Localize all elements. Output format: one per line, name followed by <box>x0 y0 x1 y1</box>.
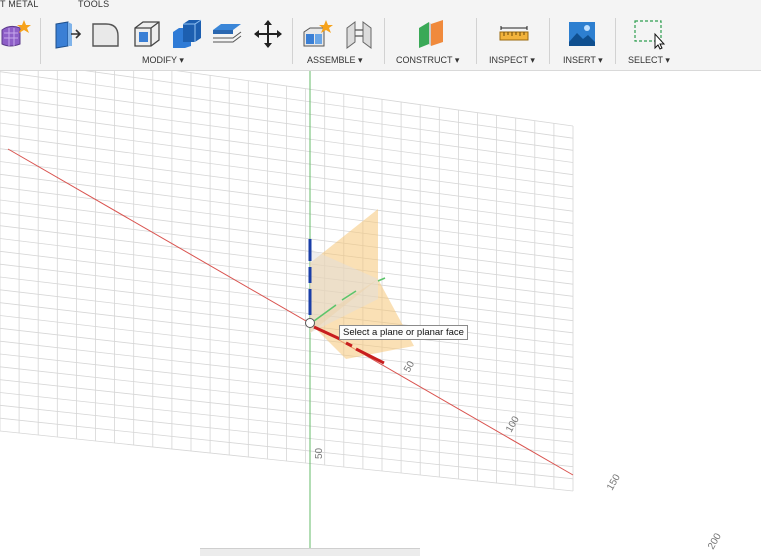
inspect-menu[interactable]: INSPECT ▾ <box>489 55 535 66</box>
construct-plane-icon <box>419 20 443 48</box>
shell-icon <box>134 21 160 47</box>
model-viewport[interactable]: 50 100 150 200 50 <box>0 71 761 555</box>
construct-plane-button[interactable] <box>415 18 447 50</box>
insert-image-icon <box>569 22 595 46</box>
fillet-icon <box>92 23 119 47</box>
toolbar: T METAL TOOLS MODIFY ▾ ASSEMBLE ▾ CONSTR… <box>0 0 761 71</box>
insert-image-button[interactable] <box>566 18 598 50</box>
fillet-button[interactable] <box>90 18 122 50</box>
tab-sheet-metal[interactable]: T METAL <box>0 0 39 9</box>
offset-face-button[interactable] <box>211 18 243 50</box>
x-axis-line <box>7 148 574 476</box>
tick-label: 200 <box>706 531 724 551</box>
move-button[interactable] <box>252 18 284 50</box>
select-button[interactable] <box>633 18 665 50</box>
move-icon <box>254 20 282 48</box>
tick-label: 50 <box>402 359 417 375</box>
combine-button[interactable] <box>171 18 203 50</box>
selection-tooltip: Select a plane or planar face <box>339 325 468 340</box>
insert-menu[interactable]: INSERT ▾ <box>563 55 603 66</box>
modify-menu[interactable]: MODIFY ▾ <box>142 55 184 66</box>
tick-label: 100 <box>504 414 522 434</box>
tick-label: 50 <box>314 447 325 459</box>
origin-point[interactable] <box>305 318 315 328</box>
measure-icon <box>499 26 529 41</box>
new-component-button[interactable] <box>302 18 334 50</box>
assemble-menu[interactable]: ASSEMBLE ▾ <box>307 55 363 66</box>
new-component-icon <box>303 20 333 47</box>
create-form-button[interactable] <box>0 18 32 50</box>
offset-face-icon <box>213 24 242 43</box>
joint-icon <box>346 21 372 49</box>
press-pull-icon <box>55 21 82 49</box>
select-menu[interactable]: SELECT ▾ <box>628 55 670 66</box>
construct-menu[interactable]: CONSTRUCT ▾ <box>396 55 459 66</box>
tick-label: 150 <box>605 472 623 492</box>
combine-icon <box>173 19 202 48</box>
measure-button[interactable] <box>498 18 530 50</box>
create-form-icon <box>1 20 31 47</box>
joint-button[interactable] <box>343 18 375 50</box>
ground-grid <box>0 71 574 492</box>
tab-tools[interactable]: TOOLS <box>78 0 109 9</box>
select-icon <box>634 20 665 50</box>
shell-button[interactable] <box>131 18 163 50</box>
press-pull-button[interactable] <box>50 18 82 50</box>
